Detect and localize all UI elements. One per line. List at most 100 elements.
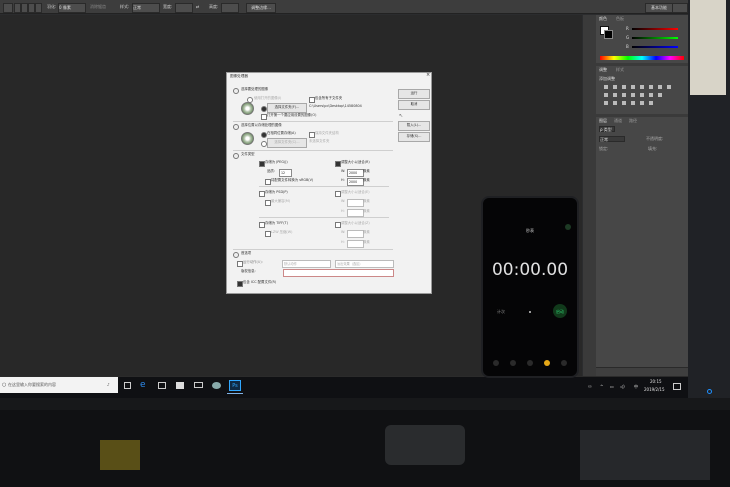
add-adjustment-label: 添加调整 (599, 76, 615, 81)
select-folder2-button[interactable]: 选择文件夹(C)... (267, 138, 307, 148)
action-set-select[interactable]: 默认动作 (282, 260, 331, 268)
run-button[interactable]: 运行 (398, 89, 430, 99)
width-field[interactable] (175, 3, 193, 13)
step2-number-icon (233, 124, 239, 130)
feather-field[interactable]: 0 像素 (58, 3, 86, 13)
adjustment-icons-row-3[interactable] (604, 101, 654, 105)
convert-srgb-label: 将配置文件转换为 sRGB(V) (271, 178, 314, 182)
tab-layers[interactable]: 图层 (599, 118, 607, 124)
tab-channels[interactable]: 通道 (614, 118, 622, 124)
height-value-field[interactable]: 2000 (347, 178, 364, 186)
active-app-indicator (227, 393, 243, 394)
new-selection-icon[interactable] (14, 3, 21, 13)
notification-icon[interactable] (673, 383, 681, 390)
green-slider[interactable] (632, 37, 678, 39)
h2-label: H: (341, 209, 345, 213)
copyright-field[interactable] (283, 269, 394, 277)
microphone-icon[interactable]: ♪ (107, 382, 110, 387)
photoshop-option-bar: 羽化: 0 像素 消除锯齿 样式: 正常 宽度: ⇄ 高度: 调整边缘... 基… (0, 0, 688, 14)
file-explorer-icon[interactable] (158, 382, 166, 389)
tab-adjustments[interactable]: 调整 (599, 67, 607, 73)
clock-date[interactable]: 2019/2/15 (644, 387, 665, 392)
load-button[interactable]: 载入(L)... (398, 121, 430, 131)
workspace-select[interactable]: 基本功能 (645, 3, 673, 13)
background-color-swatch[interactable] (604, 30, 613, 39)
step4-heading: 首选项 (241, 251, 252, 255)
separator-2 (233, 150, 393, 151)
opacity-label: 不透明度: (646, 136, 664, 141)
desk-area (0, 410, 730, 487)
adjustments-panel: 调整 样式 添加调整 (596, 66, 688, 114)
app-icon[interactable] (212, 382, 221, 389)
marquee-tool-icon[interactable] (3, 3, 13, 13)
intersect-selection-icon[interactable] (35, 3, 42, 13)
height-field[interactable] (221, 3, 239, 13)
subtract-selection-icon[interactable] (28, 3, 35, 13)
use-open-images-label: 使用打开的图像(I) (254, 96, 282, 100)
tab-styles[interactable]: 样式 (616, 67, 624, 73)
height3-field[interactable] (347, 240, 364, 248)
stopwatch-header: 秒表 (526, 228, 534, 233)
swap-icon[interactable]: ⇄ (196, 2, 199, 12)
start-button[interactable]: 启动 (556, 309, 564, 315)
copyright-label: 版权信息: (241, 269, 256, 273)
separator-3 (259, 186, 389, 187)
cancel-button[interactable]: 取消 (398, 100, 430, 110)
taskbar-search-box[interactable]: ○ 在这里输入你要搜索的内容 ♪ (0, 377, 118, 393)
tab-color[interactable]: 颜色 (599, 16, 607, 22)
width2-field[interactable] (347, 199, 364, 207)
close-icon[interactable]: × (426, 73, 430, 78)
red-slider[interactable] (632, 28, 678, 30)
photoshop-taskbar-icon[interactable]: Ps (229, 380, 241, 391)
phone-menu-icon[interactable] (565, 224, 571, 230)
ime-indicator[interactable]: 中 (634, 384, 638, 390)
alarm-tab-icon[interactable] (527, 360, 533, 366)
clock-tab-icon[interactable] (493, 360, 499, 366)
workspace-toggle[interactable] (672, 3, 688, 13)
step4-number-icon (233, 252, 239, 258)
network-icon[interactable]: ▭ (610, 384, 614, 389)
people-icon[interactable]: ⚇ (588, 384, 592, 389)
width3-field[interactable] (347, 230, 364, 238)
step3-number-icon (233, 153, 239, 159)
timer-tab-icon[interactable] (561, 360, 567, 366)
quality-field[interactable]: 12 (279, 169, 292, 177)
action-name-select[interactable]: 淡出效果（选区） (335, 260, 394, 268)
monitor-bezel-right (688, 0, 730, 405)
save-jpeg-label: 存储为 JPEG(J) (265, 160, 288, 164)
refine-edge-button[interactable]: 调整边缘... (246, 3, 276, 13)
volume-icon[interactable]: ◁) (620, 384, 625, 389)
tab-swatches[interactable]: 色板 (616, 16, 624, 22)
blend-mode-select[interactable]: 正常 (599, 136, 625, 142)
power-button-icon[interactable] (707, 389, 712, 394)
stopwatch-time: 00:00.00 (491, 260, 569, 280)
style-select[interactable]: 正常 (132, 3, 160, 13)
w-label: W: (341, 169, 346, 173)
store-icon[interactable] (176, 382, 184, 389)
include-icc-label: 包含 ICC 配置文件(R) (243, 280, 277, 284)
blue-slider[interactable] (632, 46, 678, 48)
color-spectrum-bar[interactable] (600, 56, 684, 60)
h2-px-label: 像素 (363, 209, 370, 213)
clock-time[interactable]: 20:15 (650, 379, 662, 384)
height2-field[interactable] (347, 209, 364, 217)
save-settings-button[interactable]: 存储(S)... (398, 132, 430, 142)
adjustment-icons-row-1[interactable] (604, 85, 674, 89)
adjustment-icons-row-2[interactable] (604, 93, 664, 97)
world-clock-tab-icon[interactable] (510, 360, 516, 366)
task-view-icon[interactable] (124, 382, 131, 389)
lap-button[interactable]: 计次 (497, 309, 505, 315)
stopwatch-tab-icon[interactable] (544, 360, 550, 366)
smartphone: 秒表 00:00.00 计次 启动 (481, 196, 579, 378)
anti-alias-checkbox[interactable]: 消除锯齿 (90, 2, 106, 12)
add-selection-icon[interactable] (21, 3, 28, 13)
save-same-location-label: 在相同位置存储(A) (267, 131, 296, 135)
layer-kind-filter[interactable]: ρ 类型 (599, 126, 615, 132)
tray-chevron-icon[interactable]: ^ (600, 384, 603, 389)
tab-paths[interactable]: 路径 (629, 118, 637, 124)
step2-heading: 选择位置以存储处理的图像 (241, 123, 282, 127)
edge-icon[interactable]: e (140, 380, 146, 390)
select-folder-button[interactable]: 选择文件夹(F)... (267, 103, 307, 113)
width-value-field[interactable]: 2000 (347, 169, 364, 177)
mail-icon[interactable] (194, 382, 203, 388)
